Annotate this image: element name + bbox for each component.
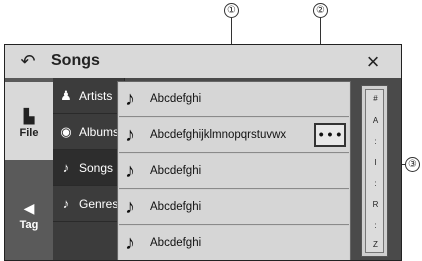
genre-icon: ♪ [62,196,70,211]
back-arrow-icon[interactable]: ↶ [17,50,39,72]
category-label: Albums [79,125,120,139]
nav-tag-label: Tag [19,219,39,231]
songs-screen: ↶ Songs × ▙ File ◀ Tag ♟ Artists ◉ Albums … [4,44,402,261]
category-list: ♟ Artists ◉ Albums ♪ Songs ♪ Genres [53,78,125,260]
header-bar: ↶ Songs × [5,45,401,78]
song-title: Abcdefghijklmnopqrstuvwx [150,129,287,141]
nav-tag-button[interactable]: ◀ Tag [5,178,53,258]
index-char: : [374,221,377,230]
category-label: Artists [79,89,113,103]
more-options-button[interactable]: • • • [314,123,346,147]
category-artists[interactable]: ♟ Artists [53,78,124,114]
nav-file-label: File [19,127,39,139]
index-char[interactable]: A [366,116,385,125]
music-note-icon: ♪ [125,88,135,110]
index-char: : [374,179,377,188]
category-label: Songs [79,161,114,175]
source-nav: ▙ File ◀ Tag [5,78,53,260]
song-title: Abcdefghi [150,165,202,177]
song-row[interactable]: ♪ Abcdefghi [119,154,349,189]
music-note-icon: ♪ [125,160,135,182]
music-note-icon: ♪ [125,196,135,218]
music-note-icon: ♪ [125,232,135,254]
index-char[interactable]: # [366,94,385,103]
callout-2: ② [313,3,328,18]
callout-1: ① [224,3,239,18]
song-title: Abcdefghi [150,93,202,105]
file-icon: ▙ [23,108,35,124]
artist-icon: ♟ [60,88,72,103]
song-title: Abcdefghi [150,201,202,213]
callout-3: ③ [405,157,420,172]
page-title: Songs [51,52,100,69]
song-row[interactable]: ♪ Abcdefghi [119,226,349,260]
close-icon[interactable]: × [360,49,386,75]
index-char: : [374,137,377,146]
index-char[interactable]: Z [366,240,385,249]
album-icon: ◉ [60,124,72,139]
alphabet-index[interactable]: # A : I : R : Z [365,89,384,253]
tag-icon: ◀ [23,200,35,216]
category-label: Genres [79,197,119,211]
song-row[interactable]: ♪ Abcdefghi [119,190,349,225]
category-songs[interactable]: ♪ Songs [53,150,124,186]
song-row[interactable]: ♪ Abcdefghi [119,82,349,117]
category-albums[interactable]: ◉ Albums [53,114,124,150]
music-note-icon: ♪ [62,160,70,175]
alphabet-search-bar[interactable]: # A : I : R : Z [361,85,388,257]
song-list: ♪ Abcdefghi ♪ Abcdefghijklmnopqrstuvwx •… [117,81,351,260]
category-genres[interactable]: ♪ Genres [53,186,124,222]
nav-file-button[interactable]: ▙ File [5,82,53,160]
song-title: Abcdefghi [150,237,202,249]
index-char[interactable]: R [366,200,385,209]
song-row[interactable]: ♪ Abcdefghijklmnopqrstuvwx • • • [119,118,349,153]
index-char[interactable]: I [366,158,385,167]
music-note-icon: ♪ [125,124,135,146]
